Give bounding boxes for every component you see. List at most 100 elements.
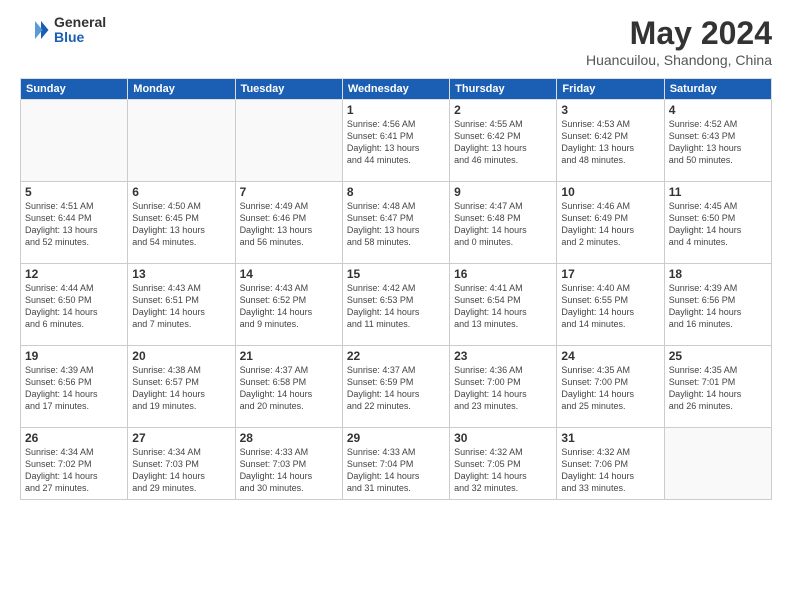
day-number: 10 (561, 185, 659, 199)
logo-general: General (54, 15, 106, 30)
day-info: Sunrise: 4:56 AM Sunset: 6:41 PM Dayligh… (347, 118, 445, 167)
table-row (21, 100, 128, 182)
day-info: Sunrise: 4:45 AM Sunset: 6:50 PM Dayligh… (669, 200, 767, 249)
day-info: Sunrise: 4:33 AM Sunset: 7:03 PM Dayligh… (240, 446, 338, 495)
day-number: 5 (25, 185, 123, 199)
day-info: Sunrise: 4:39 AM Sunset: 6:56 PM Dayligh… (25, 364, 123, 413)
day-info: Sunrise: 4:46 AM Sunset: 6:49 PM Dayligh… (561, 200, 659, 249)
subtitle: Huancuilou, Shandong, China (586, 52, 772, 68)
table-row: 17Sunrise: 4:40 AM Sunset: 6:55 PM Dayli… (557, 264, 664, 346)
day-info: Sunrise: 4:44 AM Sunset: 6:50 PM Dayligh… (25, 282, 123, 331)
table-row: 14Sunrise: 4:43 AM Sunset: 6:52 PM Dayli… (235, 264, 342, 346)
day-info: Sunrise: 4:49 AM Sunset: 6:46 PM Dayligh… (240, 200, 338, 249)
day-number: 4 (669, 103, 767, 117)
day-info: Sunrise: 4:37 AM Sunset: 6:59 PM Dayligh… (347, 364, 445, 413)
day-number: 31 (561, 431, 659, 445)
day-number: 27 (132, 431, 230, 445)
day-number: 22 (347, 349, 445, 363)
table-row: 30Sunrise: 4:32 AM Sunset: 7:05 PM Dayli… (450, 428, 557, 500)
day-info: Sunrise: 4:51 AM Sunset: 6:44 PM Dayligh… (25, 200, 123, 249)
table-row: 28Sunrise: 4:33 AM Sunset: 7:03 PM Dayli… (235, 428, 342, 500)
day-number: 9 (454, 185, 552, 199)
page: General Blue May 2024 Huancuilou, Shando… (0, 0, 792, 612)
day-number: 18 (669, 267, 767, 281)
day-info: Sunrise: 4:52 AM Sunset: 6:43 PM Dayligh… (669, 118, 767, 167)
table-row (664, 428, 771, 500)
header-sunday: Sunday (21, 79, 128, 100)
day-info: Sunrise: 4:41 AM Sunset: 6:54 PM Dayligh… (454, 282, 552, 331)
table-row: 13Sunrise: 4:43 AM Sunset: 6:51 PM Dayli… (128, 264, 235, 346)
day-number: 28 (240, 431, 338, 445)
table-row: 9Sunrise: 4:47 AM Sunset: 6:48 PM Daylig… (450, 182, 557, 264)
main-title: May 2024 (586, 15, 772, 52)
day-info: Sunrise: 4:35 AM Sunset: 7:00 PM Dayligh… (561, 364, 659, 413)
table-row: 20Sunrise: 4:38 AM Sunset: 6:57 PM Dayli… (128, 346, 235, 428)
day-info: Sunrise: 4:43 AM Sunset: 6:51 PM Dayligh… (132, 282, 230, 331)
day-number: 17 (561, 267, 659, 281)
table-row: 25Sunrise: 4:35 AM Sunset: 7:01 PM Dayli… (664, 346, 771, 428)
day-number: 15 (347, 267, 445, 281)
header: General Blue May 2024 Huancuilou, Shando… (20, 15, 772, 68)
day-info: Sunrise: 4:33 AM Sunset: 7:04 PM Dayligh… (347, 446, 445, 495)
day-number: 3 (561, 103, 659, 117)
day-info: Sunrise: 4:53 AM Sunset: 6:42 PM Dayligh… (561, 118, 659, 167)
day-number: 25 (669, 349, 767, 363)
table-row: 27Sunrise: 4:34 AM Sunset: 7:03 PM Dayli… (128, 428, 235, 500)
day-number: 21 (240, 349, 338, 363)
day-number: 1 (347, 103, 445, 117)
day-number: 23 (454, 349, 552, 363)
day-info: Sunrise: 4:42 AM Sunset: 6:53 PM Dayligh… (347, 282, 445, 331)
table-row: 23Sunrise: 4:36 AM Sunset: 7:00 PM Dayli… (450, 346, 557, 428)
day-info: Sunrise: 4:34 AM Sunset: 7:03 PM Dayligh… (132, 446, 230, 495)
table-row: 22Sunrise: 4:37 AM Sunset: 6:59 PM Dayli… (342, 346, 449, 428)
day-number: 14 (240, 267, 338, 281)
day-number: 8 (347, 185, 445, 199)
table-row: 29Sunrise: 4:33 AM Sunset: 7:04 PM Dayli… (342, 428, 449, 500)
table-row: 2Sunrise: 4:55 AM Sunset: 6:42 PM Daylig… (450, 100, 557, 182)
table-row: 18Sunrise: 4:39 AM Sunset: 6:56 PM Dayli… (664, 264, 771, 346)
table-row: 3Sunrise: 4:53 AM Sunset: 6:42 PM Daylig… (557, 100, 664, 182)
day-number: 16 (454, 267, 552, 281)
logo-blue: Blue (54, 30, 106, 45)
title-block: May 2024 Huancuilou, Shandong, China (586, 15, 772, 68)
day-info: Sunrise: 4:55 AM Sunset: 6:42 PM Dayligh… (454, 118, 552, 167)
header-row: Sunday Monday Tuesday Wednesday Thursday… (21, 79, 772, 100)
logo-icon (20, 15, 50, 45)
table-row: 31Sunrise: 4:32 AM Sunset: 7:06 PM Dayli… (557, 428, 664, 500)
day-info: Sunrise: 4:38 AM Sunset: 6:57 PM Dayligh… (132, 364, 230, 413)
day-info: Sunrise: 4:40 AM Sunset: 6:55 PM Dayligh… (561, 282, 659, 331)
header-thursday: Thursday (450, 79, 557, 100)
table-row: 15Sunrise: 4:42 AM Sunset: 6:53 PM Dayli… (342, 264, 449, 346)
day-number: 24 (561, 349, 659, 363)
day-number: 19 (25, 349, 123, 363)
table-row: 1Sunrise: 4:56 AM Sunset: 6:41 PM Daylig… (342, 100, 449, 182)
day-number: 26 (25, 431, 123, 445)
logo: General Blue (20, 15, 106, 46)
header-wednesday: Wednesday (342, 79, 449, 100)
day-info: Sunrise: 4:32 AM Sunset: 7:05 PM Dayligh… (454, 446, 552, 495)
day-info: Sunrise: 4:34 AM Sunset: 7:02 PM Dayligh… (25, 446, 123, 495)
table-row: 11Sunrise: 4:45 AM Sunset: 6:50 PM Dayli… (664, 182, 771, 264)
table-row: 7Sunrise: 4:49 AM Sunset: 6:46 PM Daylig… (235, 182, 342, 264)
table-row: 5Sunrise: 4:51 AM Sunset: 6:44 PM Daylig… (21, 182, 128, 264)
day-number: 30 (454, 431, 552, 445)
header-friday: Friday (557, 79, 664, 100)
day-info: Sunrise: 4:48 AM Sunset: 6:47 PM Dayligh… (347, 200, 445, 249)
day-info: Sunrise: 4:47 AM Sunset: 6:48 PM Dayligh… (454, 200, 552, 249)
table-row: 19Sunrise: 4:39 AM Sunset: 6:56 PM Dayli… (21, 346, 128, 428)
day-number: 7 (240, 185, 338, 199)
day-info: Sunrise: 4:35 AM Sunset: 7:01 PM Dayligh… (669, 364, 767, 413)
table-row: 8Sunrise: 4:48 AM Sunset: 6:47 PM Daylig… (342, 182, 449, 264)
calendar: Sunday Monday Tuesday Wednesday Thursday… (20, 78, 772, 500)
day-info: Sunrise: 4:39 AM Sunset: 6:56 PM Dayligh… (669, 282, 767, 331)
table-row: 21Sunrise: 4:37 AM Sunset: 6:58 PM Dayli… (235, 346, 342, 428)
header-monday: Monday (128, 79, 235, 100)
table-row: 12Sunrise: 4:44 AM Sunset: 6:50 PM Dayli… (21, 264, 128, 346)
day-info: Sunrise: 4:32 AM Sunset: 7:06 PM Dayligh… (561, 446, 659, 495)
day-number: 12 (25, 267, 123, 281)
day-info: Sunrise: 4:50 AM Sunset: 6:45 PM Dayligh… (132, 200, 230, 249)
day-info: Sunrise: 4:43 AM Sunset: 6:52 PM Dayligh… (240, 282, 338, 331)
table-row: 24Sunrise: 4:35 AM Sunset: 7:00 PM Dayli… (557, 346, 664, 428)
table-row: 10Sunrise: 4:46 AM Sunset: 6:49 PM Dayli… (557, 182, 664, 264)
header-saturday: Saturday (664, 79, 771, 100)
